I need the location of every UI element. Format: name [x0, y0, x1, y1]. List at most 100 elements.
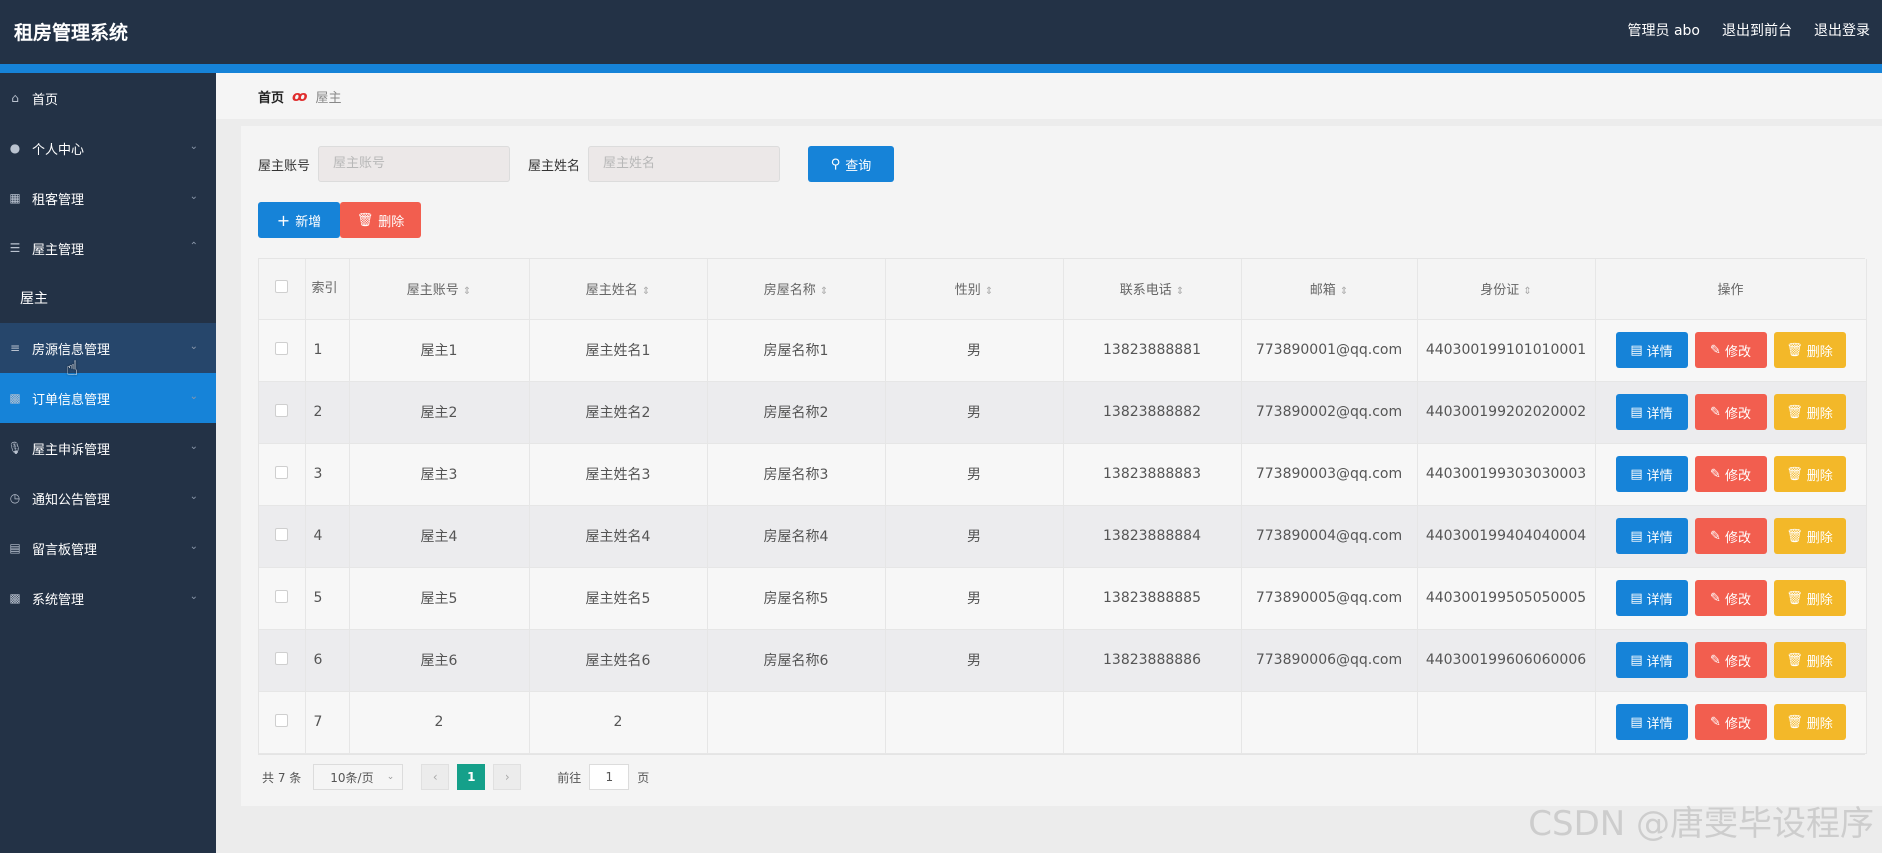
prev-page-button[interactable]: ‹	[421, 764, 450, 790]
detail-button[interactable]: ▤ 详情	[1615, 332, 1688, 368]
detail-button[interactable]: ▤ 详情	[1615, 394, 1688, 430]
header-email[interactable]: 邮箱 ⇕	[1241, 259, 1418, 320]
cell-index: 5	[305, 567, 350, 630]
sidebar-item-order-mgmt[interactable]: ▩ 订单信息管理 ⌄	[0, 373, 216, 423]
breadcrumb-home[interactable]: 首页	[258, 87, 284, 106]
row-delete-button[interactable]: 🗑 删除	[1773, 642, 1846, 678]
page-size-select[interactable]: 10条/页 ⌄	[313, 764, 404, 790]
query-button-label: 查询	[845, 158, 872, 174]
row-checkbox[interactable]	[275, 589, 289, 603]
header-name[interactable]: 屋主姓名 ⇕	[529, 259, 708, 320]
row-delete-button[interactable]: 🗑 删除	[1773, 518, 1846, 554]
watermark: CSDN @唐雯毕设程序	[1528, 804, 1874, 844]
sidebar-subitem-owner[interactable]: 屋主	[0, 273, 216, 323]
sidebar-item-personal-center[interactable]: ● 个人中心 ⌄	[0, 123, 216, 173]
sort-icon[interactable]: ⇕	[820, 286, 828, 297]
sort-icon[interactable]: ⇕	[985, 286, 993, 297]
row-delete-button[interactable]: 🗑 删除	[1773, 704, 1846, 740]
cell-gender	[885, 691, 1064, 754]
sidebar-item-system-mgmt[interactable]: ▩ 系统管理 ⌄	[0, 573, 216, 623]
cell-account: 屋主4	[349, 505, 530, 568]
owner-account-input[interactable]: 屋主账号	[318, 146, 511, 182]
delete-button-label: 删除	[1806, 654, 1833, 670]
header-account[interactable]: 屋主账号 ⇕	[349, 259, 530, 320]
edit-button[interactable]: ✎ 修改	[1694, 704, 1767, 740]
detail-button[interactable]: ▤ 详情	[1615, 518, 1688, 554]
row-delete-button[interactable]: 🗑 删除	[1773, 580, 1846, 616]
sidebar-item-label: 留言板管理	[32, 542, 98, 558]
sidebar-item-listing-mgmt[interactable]: ≡ 房源信息管理 ⌄	[0, 323, 216, 373]
select-all-checkbox-cell[interactable]	[259, 259, 306, 320]
row-checkbox-cell[interactable]	[259, 691, 306, 754]
row-checkbox[interactable]	[275, 713, 289, 727]
trash-icon: 🗑	[1786, 466, 1803, 482]
sidebar-item-notice-mgmt[interactable]: ◷ 通知公告管理 ⌄	[0, 473, 216, 523]
sidebar-item-message-board[interactable]: ▤ 留言板管理 ⌄	[0, 523, 216, 573]
owner-name-input[interactable]: 屋主姓名	[588, 146, 781, 182]
row-checkbox[interactable]	[275, 651, 289, 665]
cell-email: 773890004@qq.com	[1241, 505, 1418, 568]
row-checkbox-cell[interactable]	[259, 319, 306, 382]
sort-icon[interactable]: ⇕	[463, 286, 471, 297]
row-checkbox-cell[interactable]	[259, 567, 306, 630]
row-delete-button[interactable]: 🗑 删除	[1773, 394, 1846, 430]
detail-button[interactable]: ▤ 详情	[1615, 580, 1688, 616]
document-icon: ▤	[1630, 652, 1643, 668]
cell-account: 屋主2	[349, 381, 530, 444]
detail-button[interactable]: ▤ 详情	[1615, 642, 1688, 678]
cell-name: 屋主姓名1	[529, 319, 708, 382]
header-idcard[interactable]: 身份证 ⇕	[1417, 259, 1596, 320]
detail-button[interactable]: ▤ 详情	[1615, 704, 1688, 740]
detail-button[interactable]: ▤ 详情	[1615, 456, 1688, 492]
sidebar-item-tenant-mgmt[interactable]: ▦ 租客管理 ⌄	[0, 173, 216, 223]
sort-icon[interactable]: ⇕	[1340, 286, 1348, 297]
cell-gender: 男	[885, 567, 1064, 630]
header-house[interactable]: 房屋名称 ⇕	[707, 259, 886, 320]
clock-icon: ◷	[9, 491, 21, 505]
page-number-button[interactable]: 1	[457, 764, 486, 790]
sidebar-item-home[interactable]: ⌂ 首页	[0, 73, 216, 123]
edit-button[interactable]: ✎ 修改	[1694, 332, 1767, 368]
sort-icon[interactable]: ⇕	[642, 286, 650, 297]
add-button[interactable]: + 新增	[258, 202, 340, 238]
board-icon: ▤	[9, 541, 21, 555]
goto-page-input[interactable]: 1	[589, 764, 630, 790]
back-to-front-link[interactable]: 退出到前台	[1722, 20, 1792, 40]
cell-ops: ▤ 详情 ✎ 修改 🗑 删除	[1595, 319, 1867, 382]
row-checkbox[interactable]	[275, 527, 289, 541]
row-checkbox[interactable]	[275, 341, 289, 355]
sidebar-item-label: 屋主管理	[32, 242, 85, 258]
logout-link[interactable]: 退出登录	[1814, 20, 1870, 40]
select-all-checkbox[interactable]	[275, 280, 289, 294]
edit-button[interactable]: ✎ 修改	[1694, 394, 1767, 430]
mouse-pointer-icon: ☝	[66, 356, 79, 380]
row-checkbox[interactable]	[275, 403, 289, 417]
query-button[interactable]: ⚲ 查询	[808, 146, 895, 182]
edit-button[interactable]: ✎ 修改	[1694, 642, 1767, 678]
edit-button[interactable]: ✎ 修改	[1694, 580, 1767, 616]
row-checkbox-cell[interactable]	[259, 443, 306, 506]
row-checkbox[interactable]	[275, 465, 289, 479]
detail-button-label: 详情	[1646, 654, 1673, 670]
row-checkbox-cell[interactable]	[259, 505, 306, 568]
sidebar-item-owner-mgmt[interactable]: ☰ 屋主管理 ⌃	[0, 223, 216, 273]
row-delete-button[interactable]: 🗑 删除	[1773, 456, 1846, 492]
next-page-button[interactable]: ›	[493, 764, 522, 790]
chart-icon: ▩	[9, 591, 21, 605]
admin-user[interactable]: 管理员 abo	[1628, 20, 1700, 40]
batch-delete-button[interactable]: 🗑 删除	[340, 202, 421, 238]
header-index: 索引	[305, 259, 350, 320]
sliders-icon: ☰	[9, 241, 21, 255]
row-checkbox-cell[interactable]	[259, 629, 306, 692]
header-phone[interactable]: 联系电话 ⇕	[1063, 259, 1242, 320]
cell-house: 房屋名称6	[707, 629, 886, 692]
header-gender[interactable]: 性别 ⇕	[885, 259, 1064, 320]
sidebar-item-complaint-mgmt[interactable]: 🎙 屋主申诉管理 ⌄	[0, 423, 216, 473]
edit-button[interactable]: ✎ 修改	[1694, 518, 1767, 554]
row-delete-button[interactable]: 🗑 删除	[1773, 332, 1846, 368]
sort-icon[interactable]: ⇕	[1176, 286, 1184, 297]
row-checkbox-cell[interactable]	[259, 381, 306, 444]
sort-icon[interactable]: ⇕	[1523, 286, 1531, 297]
edit-button[interactable]: ✎ 修改	[1694, 456, 1767, 492]
table-row: 6 屋主6 屋主姓名6 房屋名称6 男 13823888886 773890006@qq.c…	[259, 629, 1867, 692]
